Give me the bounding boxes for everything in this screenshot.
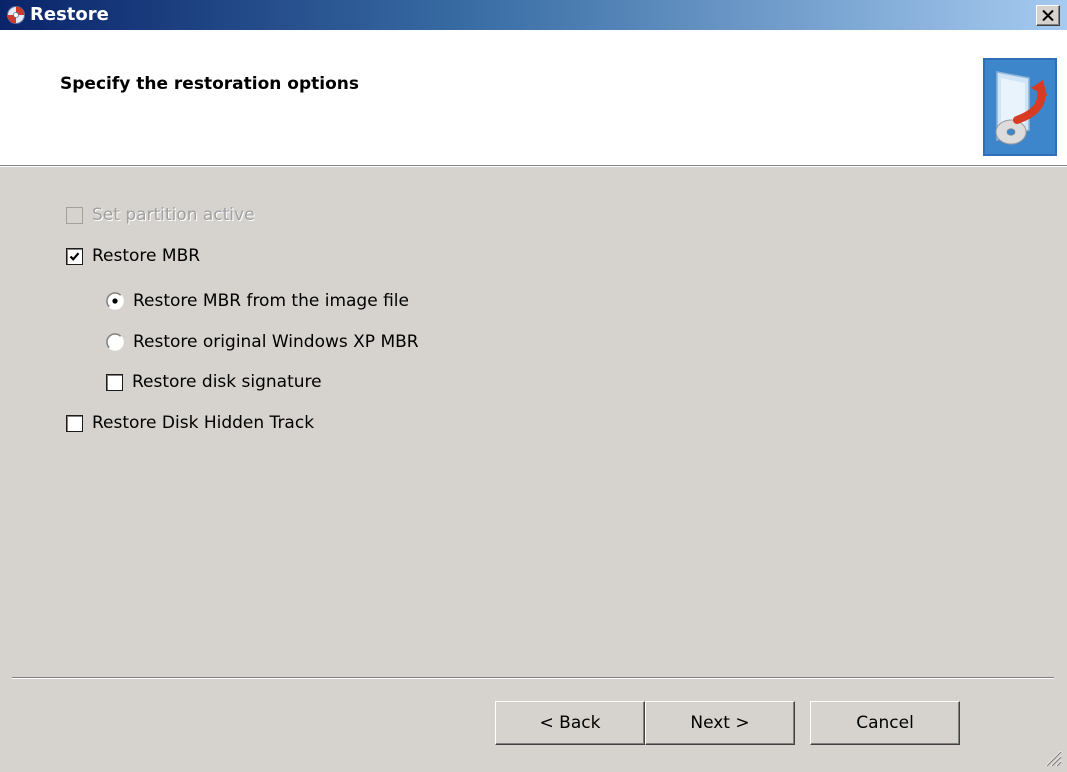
restore-mbr-option[interactable]: Restore MBR bbox=[66, 245, 200, 267]
window-title: Restore bbox=[30, 4, 109, 25]
page-title: Specify the restoration options bbox=[60, 74, 359, 94]
original-xp-mbr-radio[interactable] bbox=[106, 333, 124, 351]
restore-disk-signature-option[interactable]: Restore disk signature bbox=[106, 371, 322, 393]
original-xp-mbr-option[interactable]: Restore original Windows XP MBR bbox=[106, 331, 419, 353]
restore-disc-icon bbox=[983, 58, 1057, 156]
back-button[interactable]: < Back bbox=[495, 701, 645, 745]
next-button[interactable]: Next > bbox=[645, 701, 795, 745]
mbr-from-image-label: Restore MBR from the image file bbox=[133, 291, 409, 311]
footer-divider bbox=[12, 677, 1054, 679]
resize-grip-icon[interactable] bbox=[1040, 745, 1062, 767]
restore-mbr-label: Restore MBR bbox=[92, 246, 201, 266]
restore-disk-signature-label: Restore disk signature bbox=[132, 372, 322, 392]
radio-dot-icon bbox=[112, 298, 118, 304]
set-partition-active-option: Set partition active bbox=[66, 204, 255, 226]
set-partition-active-label: Set partition active bbox=[92, 205, 255, 225]
wizard-header: Specify the restoration options bbox=[0, 30, 1067, 165]
set-partition-active-checkbox bbox=[66, 206, 83, 224]
restore-mbr-checkbox[interactable] bbox=[66, 247, 83, 265]
original-xp-mbr-label: Restore original Windows XP MBR bbox=[133, 332, 419, 352]
restore-disk-signature-checkbox[interactable] bbox=[106, 373, 123, 391]
restore-hidden-track-option[interactable]: Restore Disk Hidden Track bbox=[66, 412, 314, 434]
checkmark-icon bbox=[69, 251, 80, 261]
mbr-from-image-radio[interactable] bbox=[106, 292, 124, 310]
app-icon bbox=[6, 5, 26, 25]
close-icon bbox=[1042, 10, 1054, 21]
title-bar[interactable]: Restore bbox=[0, 0, 1067, 30]
mbr-from-image-option[interactable]: Restore MBR from the image file bbox=[106, 290, 409, 312]
cancel-button[interactable]: Cancel bbox=[810, 701, 960, 745]
restore-hidden-track-label: Restore Disk Hidden Track bbox=[92, 413, 315, 433]
restore-hidden-track-checkbox[interactable] bbox=[66, 414, 83, 432]
header-divider bbox=[0, 165, 1067, 167]
close-button[interactable] bbox=[1036, 5, 1060, 26]
